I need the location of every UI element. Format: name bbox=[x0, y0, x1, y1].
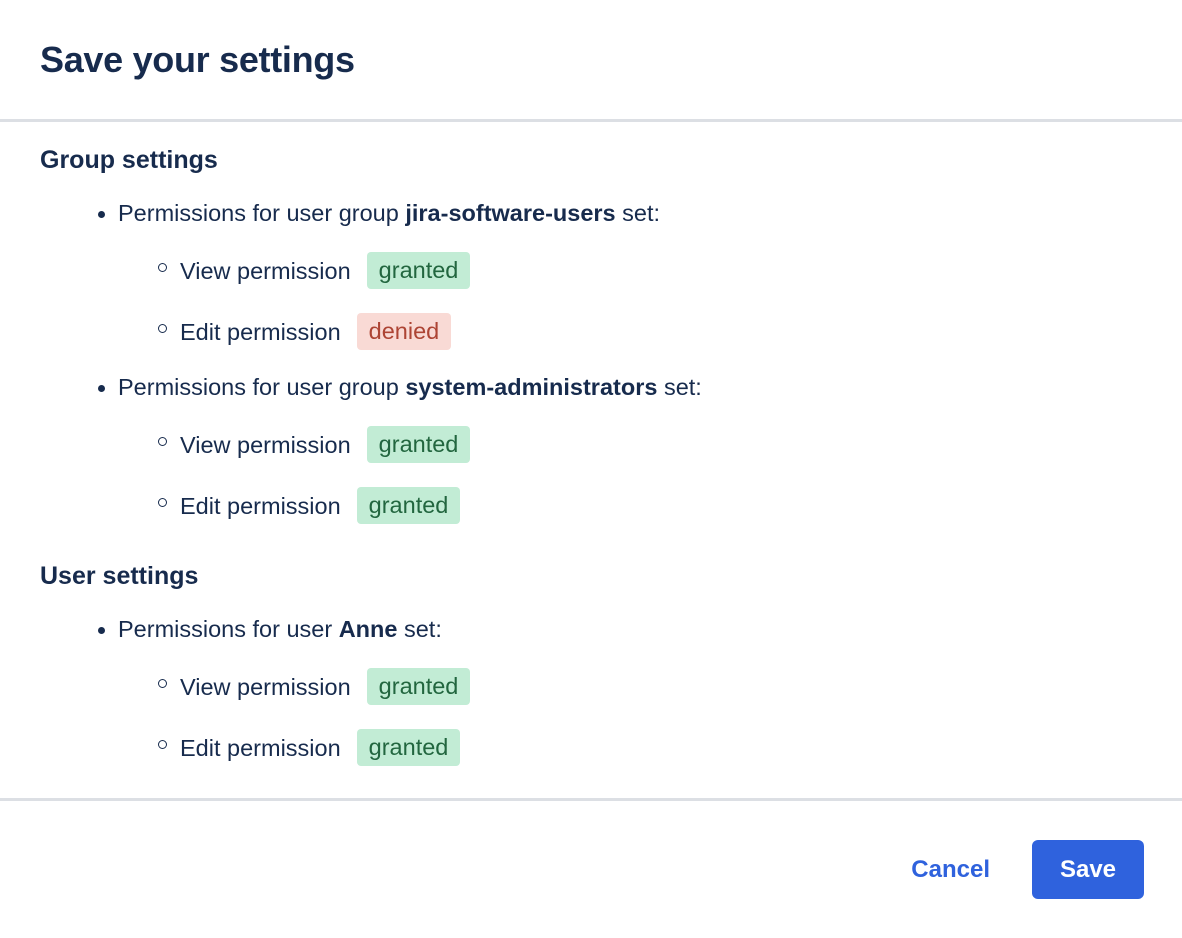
list-item: Permissions for user Anne set: View permi… bbox=[40, 614, 1142, 766]
list-item: Permissions for user group jira-software… bbox=[40, 198, 1142, 350]
entry-list: Permissions for user Anne set: View permi… bbox=[40, 614, 1142, 766]
list-item: Permissions for user group system-admini… bbox=[40, 372, 1142, 524]
entry-prefix: Permissions for user bbox=[118, 616, 339, 642]
section-heading: Group settings bbox=[40, 144, 1142, 176]
status-badge: denied bbox=[357, 313, 452, 350]
status-badge: granted bbox=[367, 668, 471, 705]
permission-label: View permission bbox=[180, 256, 351, 286]
permission-list: View permission granted Edit permission den… bbox=[118, 252, 1142, 350]
entry-prefix: Permissions for user group bbox=[118, 374, 405, 400]
entry-suffix: set: bbox=[397, 616, 441, 642]
dialog-header: Save your settings bbox=[0, 0, 1182, 119]
save-button[interactable]: Save bbox=[1032, 840, 1144, 899]
status-badge: granted bbox=[357, 487, 461, 524]
cancel-button[interactable]: Cancel bbox=[907, 850, 994, 890]
permission-row: View permission granted bbox=[118, 668, 1142, 705]
permission-row: View permission granted bbox=[118, 252, 1142, 289]
permission-label: Edit permission bbox=[180, 317, 341, 347]
permission-row: Edit permission granted bbox=[118, 487, 1142, 524]
permission-row: Edit permission granted bbox=[118, 729, 1142, 766]
dialog-body: Group settings Permissions for user group… bbox=[0, 122, 1182, 798]
status-badge: granted bbox=[357, 729, 461, 766]
permission-label: Edit permission bbox=[180, 491, 341, 521]
entry-suffix: set: bbox=[616, 200, 660, 226]
permission-list: View permissiongrantedEdit permissiongra… bbox=[118, 668, 1142, 766]
settings-sections: Group settings Permissions for user group… bbox=[40, 144, 1142, 766]
settings-section: Group settings Permissions for user group… bbox=[40, 144, 1142, 524]
status-badge: granted bbox=[367, 252, 471, 289]
status-badge: granted bbox=[367, 426, 471, 463]
permission-row: View permission granted bbox=[118, 426, 1142, 463]
entry-list: Permissions for user group jira-software… bbox=[40, 198, 1142, 524]
entry-subject: jira-software-users bbox=[405, 200, 615, 226]
entry-subject: Anne bbox=[339, 616, 398, 642]
permission-label: View permission bbox=[180, 672, 351, 702]
section-heading: User settings bbox=[40, 560, 1142, 592]
settings-section: User settings Permissions for user Anne s… bbox=[40, 560, 1142, 766]
save-settings-dialog: Save your settings Group settings Permiss… bbox=[0, 0, 1182, 938]
entry-subject: system-administrators bbox=[405, 374, 657, 400]
entry-suffix: set: bbox=[657, 374, 701, 400]
permission-row: Edit permission denied bbox=[118, 313, 1142, 350]
permission-label: Edit permission bbox=[180, 733, 341, 763]
entry-prefix: Permissions for user group bbox=[118, 200, 405, 226]
dialog-footer: Cancel Save bbox=[0, 801, 1182, 938]
permission-list: View permissiongrantedEdit permissiongra… bbox=[118, 426, 1142, 524]
permission-label: View permission bbox=[180, 430, 351, 460]
page-title: Save your settings bbox=[40, 39, 355, 81]
